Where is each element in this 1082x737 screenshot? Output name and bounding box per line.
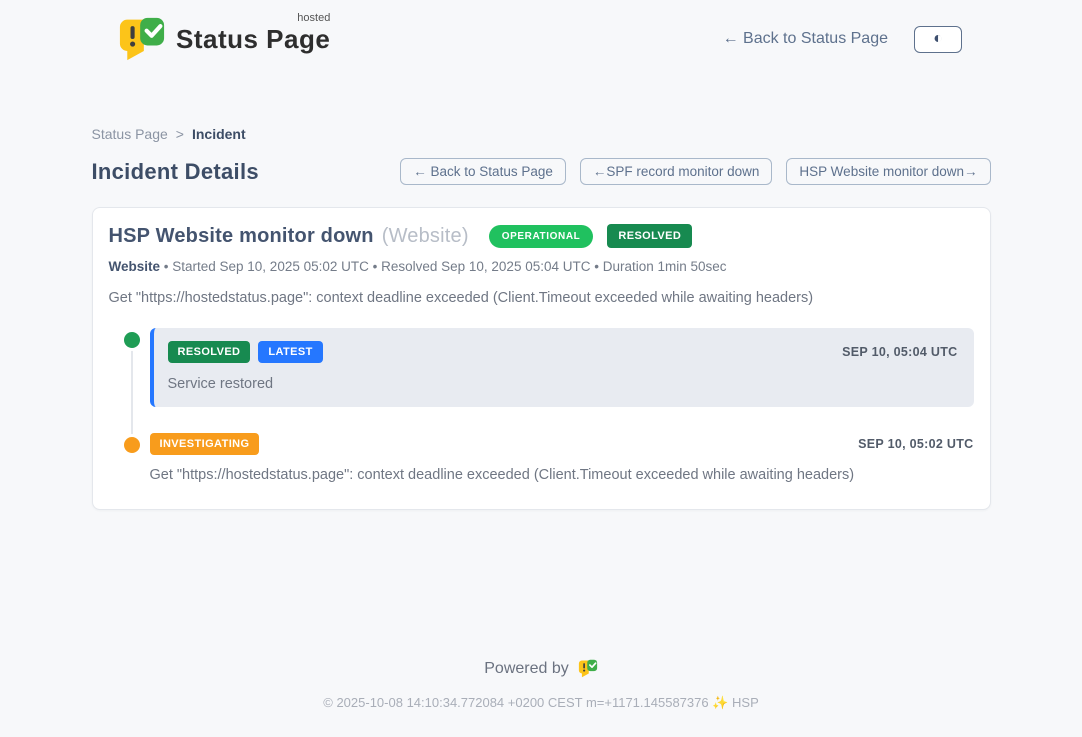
- main-content: Status Page > Incident Incident Details …: [92, 126, 991, 510]
- incident-nav-buttons: ← Back to Status Page ←SPF record monito…: [400, 158, 990, 185]
- powered-by-row: Powered by: [0, 659, 1082, 678]
- timeline-event-row: RESOLVED LATEST SEP 10, 05:04 UTC: [168, 341, 958, 363]
- timeline-dot-resolved: [124, 332, 140, 348]
- theme-toggle-button[interactable]: ◐: [914, 26, 962, 53]
- timeline-badges: RESOLVED LATEST: [168, 341, 323, 363]
- app-logo[interactable]: Status Page hosted: [118, 16, 330, 62]
- incident-card: HSP Website monitor down (Website) OPERA…: [92, 207, 991, 510]
- timeline-timestamp: SEP 10, 05:02 UTC: [858, 437, 973, 451]
- timeline-event-resolved: RESOLVED LATEST SEP 10, 05:04 UTC Servic…: [109, 328, 974, 407]
- header-right: ← Back to Status Page ◐: [723, 26, 962, 53]
- timeline-badges: INVESTIGATING: [150, 433, 260, 455]
- incident-card-header: HSP Website monitor down (Website) OPERA…: [109, 224, 974, 248]
- timeline-event-box: RESOLVED LATEST SEP 10, 05:04 UTC Servic…: [150, 328, 974, 407]
- statuspage-logo-icon: [118, 16, 166, 62]
- breadcrumb-separator: >: [176, 126, 184, 142]
- incident-meta-component: Website: [109, 259, 161, 274]
- incident-description: Get "https://hostedstatus.page": context…: [109, 290, 974, 306]
- circle-half-icon: ◐: [933, 31, 943, 47]
- breadcrumb: Status Page > Incident: [92, 126, 991, 142]
- breadcrumb-current: Incident: [192, 126, 246, 142]
- incident-title: HSP Website monitor down: [109, 225, 374, 248]
- incident-meta: Website • Started Sep 10, 2025 05:02 UTC…: [109, 259, 974, 274]
- page-title: Incident Details: [92, 159, 259, 185]
- copyright-line: © 2025-10-08 14:10:34.772084 +0200 CEST …: [0, 695, 1082, 711]
- timeline-event-investigating: INVESTIGATING SEP 10, 05:02 UTC Get "htt…: [109, 433, 974, 483]
- hsp-logo-icon[interactable]: [578, 659, 598, 678]
- operational-status-badge: OPERATIONAL: [489, 225, 594, 248]
- timeline-event-row: INVESTIGATING SEP 10, 05:02 UTC: [150, 433, 974, 455]
- logo-hosted-badge: hosted: [297, 12, 330, 24]
- timeline-timestamp: SEP 10, 05:04 UTC: [842, 345, 957, 359]
- logo-text: Status Page: [176, 24, 330, 54]
- footer: Powered by © 2025-10-08 14:10:34.772084 …: [0, 659, 1082, 737]
- previous-incident-button[interactable]: ←SPF record monitor down: [580, 158, 773, 185]
- title-row: Incident Details ← Back to Status Page ←…: [92, 158, 991, 185]
- latest-badge: LATEST: [258, 341, 322, 363]
- header-back-link[interactable]: ← Back to Status Page: [723, 30, 888, 48]
- investigating-badge: INVESTIGATING: [150, 433, 260, 455]
- timeline-message: Service restored: [168, 376, 958, 392]
- timeline-dot-investigating: [124, 437, 140, 453]
- incident-component: (Website): [382, 225, 469, 248]
- powered-by-label: Powered by: [484, 660, 569, 678]
- resolved-badge: RESOLVED: [168, 341, 251, 363]
- incident-meta-details: • Started Sep 10, 2025 05:02 UTC • Resol…: [160, 259, 727, 274]
- next-incident-button[interactable]: HSP Website monitor down→: [786, 158, 990, 185]
- resolved-status-badge: RESOLVED: [607, 224, 692, 248]
- header: Status Page hosted ← Back to Status Page…: [0, 0, 1082, 64]
- back-to-status-page-button[interactable]: ← Back to Status Page: [400, 158, 566, 185]
- breadcrumb-root-link[interactable]: Status Page: [92, 126, 168, 142]
- timeline-message: Get "https://hostedstatus.page": context…: [150, 467, 974, 483]
- logo-text-wrap: Status Page hosted: [176, 16, 330, 55]
- incident-timeline: RESOLVED LATEST SEP 10, 05:04 UTC Servic…: [109, 328, 974, 483]
